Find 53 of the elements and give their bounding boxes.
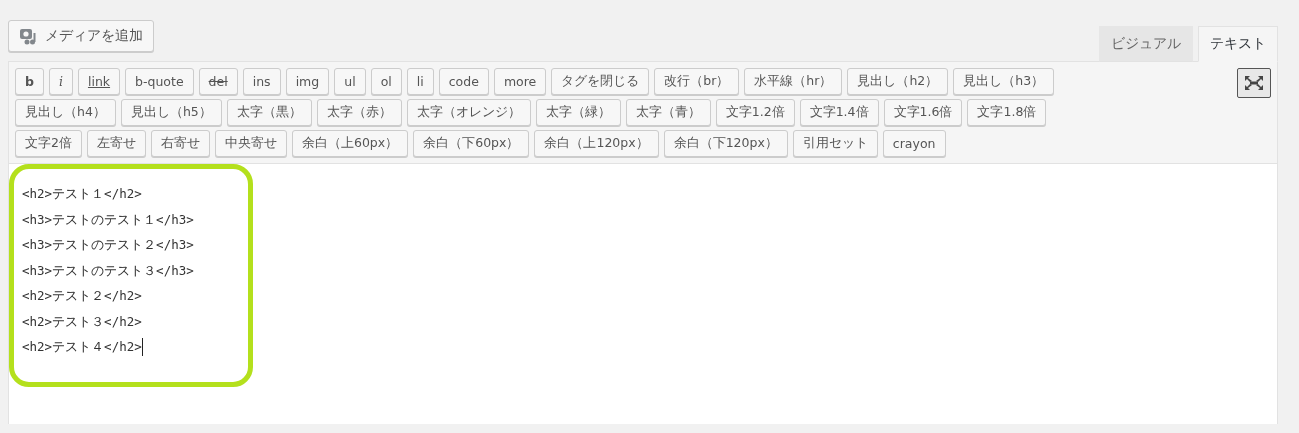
quicktag-button[interactable]: 太字（オレンジ） (406, 99, 531, 126)
quicktag-button[interactable]: 太字（黒） (226, 99, 312, 126)
quicktag-button[interactable]: 水平線（hr） (744, 68, 843, 95)
quicktag-button[interactable]: 見出し（h4） (15, 99, 116, 126)
quicktag-button[interactable]: link (77, 68, 121, 95)
text-cursor (141, 337, 143, 356)
quicktag-button[interactable]: 余白（下120px） (663, 130, 788, 157)
code-line: <h2>テスト１</h2> (22, 185, 143, 203)
quicktag-button[interactable]: 余白（下60px） (413, 130, 530, 157)
code-line: <h3>テストのテスト３</h3> (22, 261, 195, 280)
quicktag-button[interactable]: 左寄せ (86, 130, 146, 157)
expand-icon (1243, 74, 1265, 92)
quicktag-button[interactable]: 余白（上120px） (534, 130, 659, 157)
quicktag-button[interactable]: 文字1.6倍 (883, 99, 963, 126)
quicktag-button[interactable]: 太字（赤） (316, 99, 402, 126)
quicktag-button[interactable]: 中央寄せ (214, 130, 287, 157)
quicktag-button[interactable]: 右寄せ (150, 130, 210, 157)
code-line: <h2>テスト２</h2> (22, 287, 143, 305)
quicktag-button[interactable]: 文字2倍 (15, 130, 82, 157)
add-media-button[interactable]: メディアを追加 (8, 20, 154, 52)
quicktag-button[interactable]: 文字1.8倍 (967, 99, 1047, 126)
code-line: <h2>テスト３</h2> (22, 312, 143, 331)
quicktag-button[interactable]: 太字（青） (625, 99, 711, 126)
quicktag-button[interactable]: img (285, 68, 330, 95)
quicktag-button[interactable]: 太字（緑） (535, 99, 621, 126)
quicktag-button[interactable]: 見出し（h3） (953, 68, 1055, 95)
code-line: <h2>テスト４</h2> (22, 336, 144, 358)
quicktag-button[interactable]: タグを閉じる (551, 68, 650, 95)
code-line: <h3>テストのテスト２</h3> (22, 236, 195, 254)
quicktag-button[interactable]: b (15, 68, 44, 95)
fullscreen-button[interactable] (1237, 68, 1271, 98)
text-editor-area[interactable]: <h2>テスト１</h2> <h3>テストのテスト１</h3> <h3>テストのテスト２</h3> <h3>テストのテスト３</h3> <h2>テスト２</h2> <h2>テスト３</h2> <h2>テスト４</h2> (9, 164, 1277, 424)
editor-tab[interactable]: テキスト (1198, 26, 1278, 62)
quicktag-button[interactable]: more (493, 68, 547, 95)
quicktag-button[interactable]: ol (370, 68, 402, 95)
quicktag-button[interactable]: ins (242, 68, 281, 95)
quicktag-button[interactable]: 文字1.2倍 (715, 99, 795, 126)
code-line: <h3>テストのテスト１</h3> (22, 210, 195, 229)
quicktag-button[interactable]: li (406, 68, 434, 95)
camera-music-icon (19, 27, 39, 45)
quicktag-button[interactable]: 見出し（h5） (120, 99, 222, 126)
quicktag-button[interactable]: 文字1.4倍 (799, 99, 879, 126)
quicktag-button[interactable]: 改行（br） (654, 68, 740, 95)
quicktag-button[interactable]: 余白（上60px） (291, 130, 409, 157)
quicktag-button[interactable]: del (198, 68, 238, 95)
quicktag-button[interactable]: i (48, 68, 73, 95)
quicktag-button[interactable]: crayon (882, 130, 946, 157)
quicktag-button[interactable]: code (438, 68, 489, 95)
quicktag-button[interactable]: 見出し（h2） (847, 68, 949, 95)
quicktag-button[interactable]: b-quote (125, 68, 194, 95)
quicktag-button[interactable]: 引用セット (792, 130, 878, 157)
editor-tab[interactable]: ビジュアル (1099, 26, 1193, 62)
quicktag-button[interactable]: ul (334, 68, 366, 95)
